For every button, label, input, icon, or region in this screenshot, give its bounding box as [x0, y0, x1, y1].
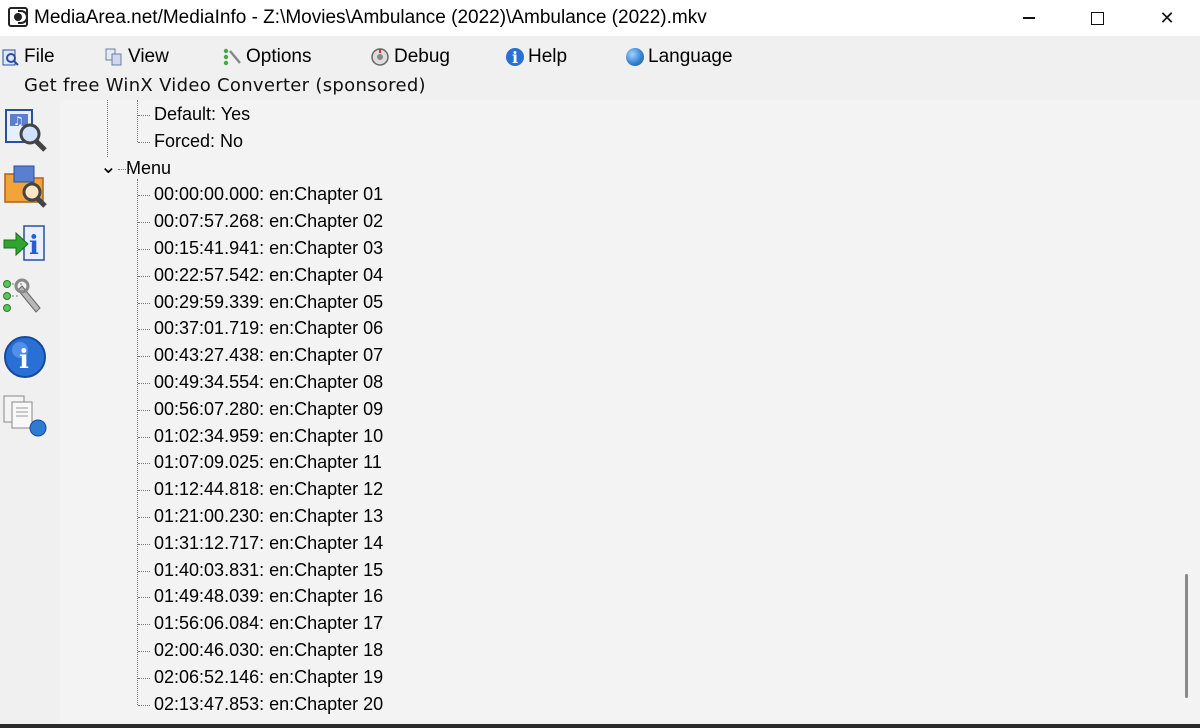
menu-help[interactable]: i Help: [506, 44, 567, 70]
tree-chapter-item[interactable]: 01:07:09.025: en:Chapter 11: [154, 452, 382, 473]
tree-chapter-item[interactable]: 01:40:03.831: en:Chapter 15: [154, 560, 383, 581]
tree-chapter-item[interactable]: 02:13:47.853: en:Chapter 20: [154, 694, 383, 715]
svg-text:♫: ♫: [13, 114, 24, 128]
tree-connector: [137, 178, 138, 705]
media-info-tree[interactable]: Default: Yes Forced: No Menu ⌄ 00:00:00.000:…: [60, 100, 1174, 724]
tree-connector: [118, 168, 130, 170]
tree-chapter-item[interactable]: 01:49:48.039: en:Chapter 16: [154, 586, 383, 607]
tree-chapter-item[interactable]: 00:29:59.339: en:Chapter 05: [154, 292, 383, 313]
help-icon: i: [506, 48, 524, 67]
tree-connector: [138, 356, 150, 358]
tree-connector: [138, 704, 150, 706]
tree-connector: [138, 463, 150, 465]
knowledge-base-button[interactable]: [2, 392, 48, 438]
tree-chapter-item[interactable]: 00:22:57.542: en:Chapter 04: [154, 265, 383, 286]
open-folder-icon: [4, 165, 47, 208]
menu-help-label: Help: [528, 46, 568, 67]
tree-chapter-item[interactable]: 00:37:01.719: en:Chapter 06: [154, 318, 383, 339]
tree-connector: [138, 543, 150, 545]
file-icon: [0, 47, 20, 67]
menu-bar: File View Options Debug i Help Language: [0, 40, 1200, 72]
tree-chapter-item[interactable]: 01:12:44.818: en:Chapter 12: [154, 479, 383, 500]
tree-connector: [138, 302, 150, 304]
minimize-icon: [1023, 17, 1035, 19]
menu-language[interactable]: Language: [626, 44, 733, 70]
tree-connector: [138, 436, 150, 438]
options-icon: [222, 47, 242, 67]
about-icon: i: [4, 336, 46, 378]
debug-icon: [370, 47, 390, 67]
tree-connector: [138, 383, 150, 384]
about-button[interactable]: i: [2, 334, 48, 380]
scroll-thumb[interactable]: [1185, 574, 1188, 698]
minimize-button[interactable]: [996, 0, 1062, 36]
tree-property-item[interactable]: Default: Yes: [154, 104, 250, 125]
tree-node-menu[interactable]: Menu: [126, 158, 171, 179]
close-icon: ✕: [1159, 7, 1175, 28]
tree-connector: [138, 624, 150, 626]
menu-options[interactable]: Options: [222, 44, 311, 70]
menu-view-label: View: [128, 46, 169, 67]
menu-debug-label: Debug: [394, 46, 450, 67]
menu-file[interactable]: File: [0, 44, 55, 70]
tree-chapter-item[interactable]: 00:43:27.438: en:Chapter 07: [154, 345, 383, 366]
menu-file-label: File: [24, 46, 55, 67]
window-bottom-border: [0, 724, 1200, 728]
tree-chapter-item[interactable]: 01:31:12.717: en:Chapter 14: [154, 533, 383, 554]
menu-debug[interactable]: Debug: [370, 44, 450, 70]
window-title: MediaArea.net/MediaInfo - Z:\Movies\Ambu…: [34, 7, 707, 28]
tree-connector: [138, 329, 150, 331]
vertical-scrollbar[interactable]: [1174, 100, 1200, 724]
view-icon: [104, 47, 124, 67]
tree-chapter-item[interactable]: 00:07:57.268: en:Chapter 02: [154, 211, 383, 232]
tree-property-item[interactable]: Forced: No: [154, 131, 243, 152]
export-icon: i: [3, 225, 45, 261]
tree-connector: [138, 222, 150, 224]
tree-connector: [138, 517, 150, 518]
open-file-button[interactable]: ♫: [2, 106, 48, 152]
tree-connector: [138, 597, 150, 599]
preferences-button[interactable]: [2, 276, 48, 322]
preferences-icon: [3, 278, 41, 313]
tree-connector: [138, 570, 150, 572]
sponsor-link[interactable]: Get free WinX Video Converter (sponsored…: [24, 75, 426, 96]
tree-connector: [137, 100, 138, 142]
title-bar: MediaArea.net/MediaInfo - Z:\Movies\Ambu…: [0, 0, 1200, 36]
menu-options-label: Options: [246, 46, 312, 67]
open-folder-button[interactable]: [2, 162, 48, 208]
tree-connector: [138, 275, 150, 277]
tree-connector: [138, 490, 150, 492]
close-button[interactable]: ✕: [1134, 0, 1200, 36]
menu-language-label: Language: [648, 46, 733, 67]
svg-text:i: i: [29, 231, 39, 261]
tree-connector: [138, 115, 150, 116]
tree-connector: [138, 409, 150, 411]
tree-chapter-item[interactable]: 01:56:06.084: en:Chapter 17: [154, 613, 383, 634]
tree-connector: [138, 651, 150, 652]
maximize-button[interactable]: [1064, 0, 1130, 36]
tree-chapter-item[interactable]: 00:56:07.280: en:Chapter 09: [154, 399, 383, 420]
menu-view[interactable]: View: [104, 44, 169, 70]
mediainfo-app-icon: [8, 7, 28, 27]
tree-chapter-item[interactable]: 00:15:41.941: en:Chapter 03: [154, 238, 383, 259]
tree-chapter-item[interactable]: 01:21:00.230: en:Chapter 13: [154, 506, 383, 527]
open-file-icon: ♫: [5, 109, 47, 152]
svg-text:i: i: [19, 345, 29, 375]
tree-connector: [138, 195, 150, 197]
maximize-icon: [1090, 11, 1104, 25]
export-button[interactable]: i: [2, 220, 48, 266]
tree-chapter-item[interactable]: 00:49:34.554: en:Chapter 08: [154, 372, 383, 393]
collapse-chevron-icon[interactable]: ⌄: [100, 157, 117, 177]
knowledge-icon: [3, 395, 47, 437]
language-icon: [626, 48, 644, 66]
tree-connector: [107, 100, 108, 157]
tree-chapter-item[interactable]: 01:02:34.959: en:Chapter 10: [154, 426, 383, 447]
tree-connector: [138, 141, 150, 143]
tree-chapter-item[interactable]: 02:00:46.030: en:Chapter 18: [154, 640, 383, 661]
tree-chapter-item[interactable]: 00:00:00.000: en:Chapter 01: [154, 184, 383, 205]
tree-chapter-item[interactable]: 02:06:52.146: en:Chapter 19: [154, 667, 383, 688]
tree-connector: [138, 677, 150, 679]
left-toolbar: ♫ i i: [0, 100, 58, 728]
tree-connector: [138, 249, 150, 250]
